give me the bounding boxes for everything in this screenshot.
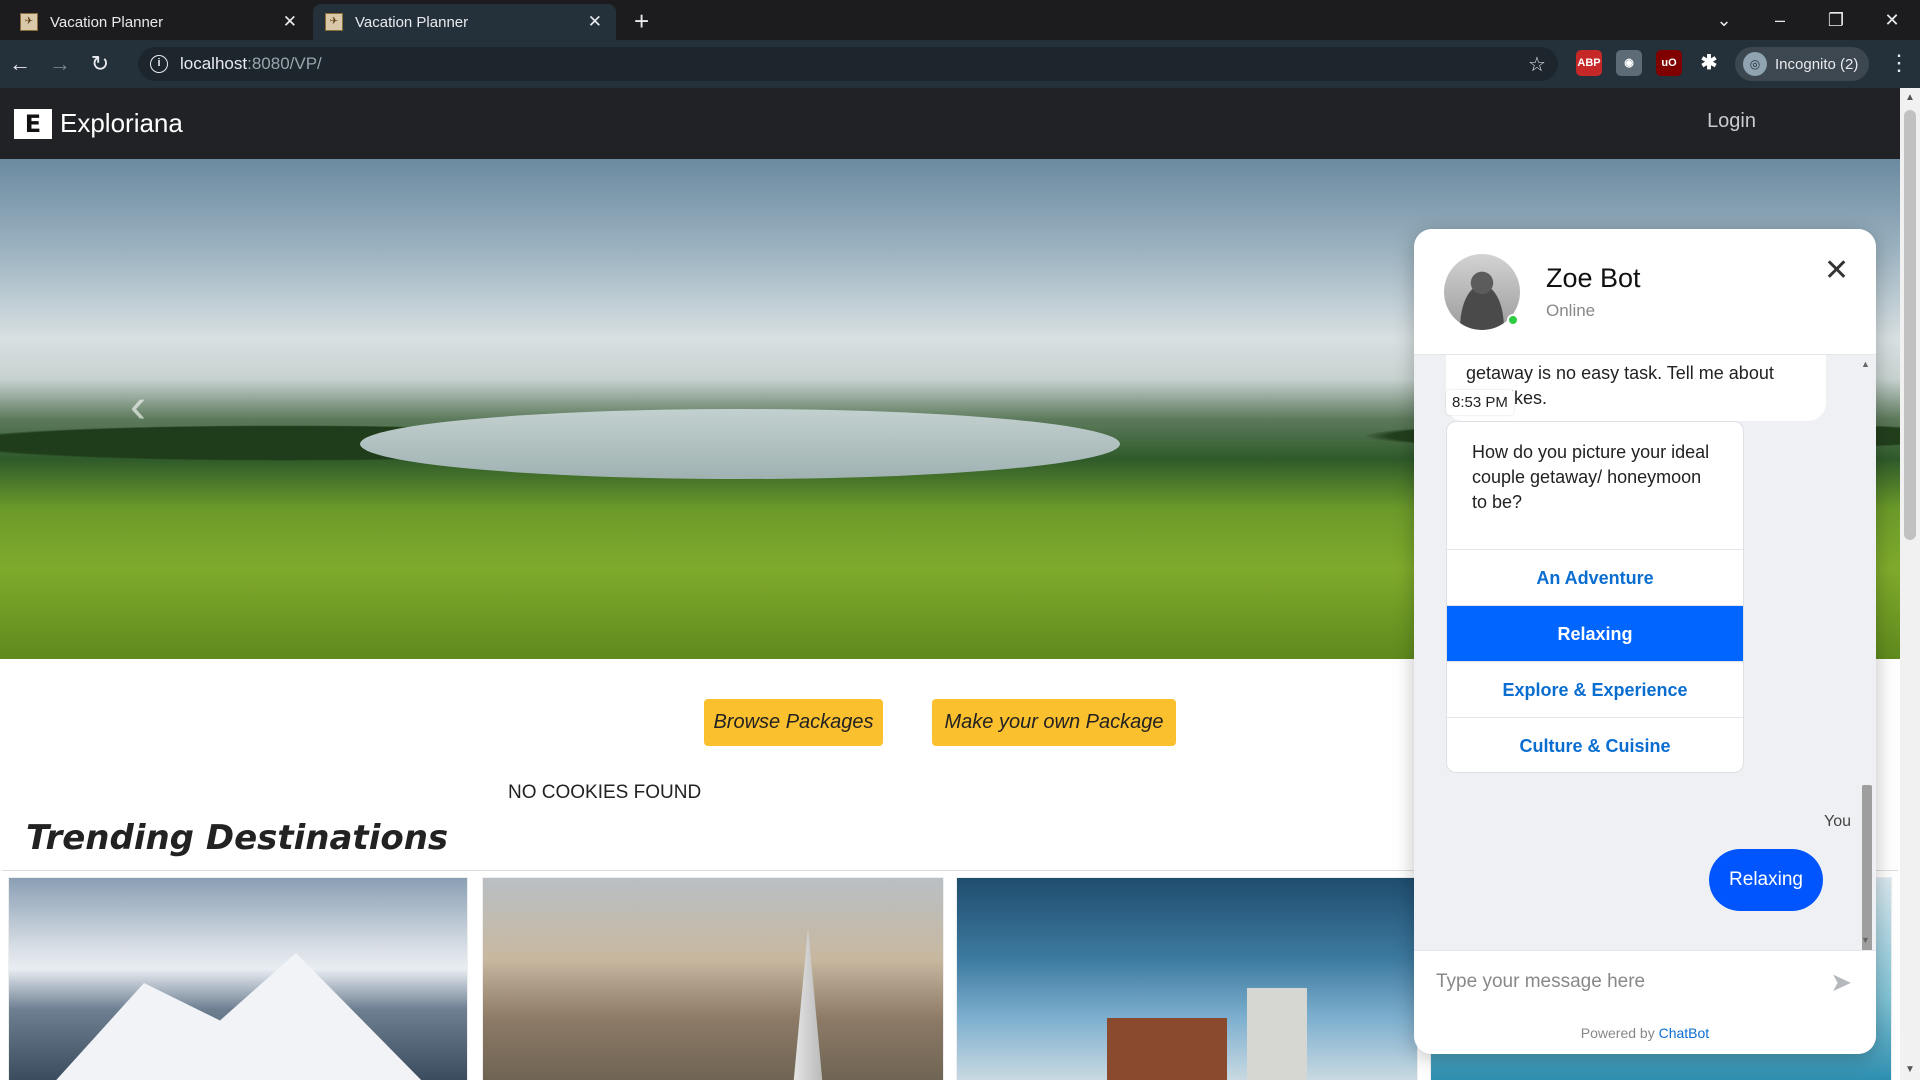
scrollbar-thumb[interactable] [1904, 110, 1916, 540]
browser-tab-1[interactable]: ✈ Vacation Planner ✕ [8, 4, 311, 40]
camera-icon[interactable]: ◉ [1616, 50, 1642, 76]
bot-status: Online [1546, 301, 1596, 320]
tab-search-icon[interactable]: ⌄ [1696, 10, 1752, 31]
mountain-image [49, 953, 429, 1080]
chat-scroll-thumb[interactable] [1862, 785, 1872, 951]
login-link[interactable]: Login [1707, 110, 1756, 133]
quick-reply-card: How do you picture your ideal couple get… [1446, 421, 1744, 773]
bookmark-star-icon[interactable]: ☆ [1528, 52, 1546, 77]
chat-scroll-up-icon[interactable]: ▲ [1861, 359, 1870, 369]
browse-packages-button[interactable]: Browse Packages [704, 699, 883, 746]
destination-card[interactable] [956, 877, 1418, 1080]
chat-header: Zoe Bot Online ✕ [1414, 229, 1876, 355]
minimize-icon[interactable]: – [1752, 10, 1808, 31]
destination-card[interactable] [8, 877, 468, 1080]
user-message: Relaxing [1709, 849, 1823, 911]
site-info-icon[interactable]: i [150, 55, 168, 73]
tab-title: Vacation Planner [355, 13, 469, 31]
send-icon[interactable]: ➤ [1830, 967, 1852, 998]
browser-tab-2[interactable]: ✈ Vacation Planner ✕ [313, 4, 616, 40]
powered-by: Powered by ChatBot [1414, 1012, 1876, 1054]
site-favicon-icon: ✈ [20, 13, 38, 31]
chat-scrollbar[interactable]: ▲ ▼ [1859, 355, 1873, 951]
ublock-icon[interactable]: uO [1656, 50, 1682, 76]
chatbot-link[interactable]: ChatBot [1659, 1025, 1710, 1041]
chat-scroll-down-icon[interactable]: ▼ [1861, 935, 1870, 945]
powered-prefix: Powered by [1580, 1025, 1655, 1041]
option-explore-button[interactable]: Explore & Experience [1447, 662, 1743, 718]
new-tab-icon[interactable]: + [634, 6, 649, 36]
extensions-puzzle-icon[interactable]: ✱ [1696, 50, 1722, 76]
user-label: You [1824, 813, 1851, 830]
bot-name: Zoe Bot [1546, 263, 1641, 293]
url-host: localhost [180, 54, 248, 73]
incognito-profile-button[interactable]: ◎ Incognito (2) [1735, 47, 1869, 81]
chatbot-widget: Zoe Bot Online ✕ getaway is no easy task… [1414, 229, 1876, 1054]
carousel-prev-icon[interactable]: ‹ [130, 379, 146, 434]
scroll-up-icon[interactable]: ▲ [1905, 92, 1915, 103]
message-timestamp: 8:53 PM [1446, 390, 1514, 415]
url-path: :8080/VP/ [247, 54, 322, 73]
option-relaxing-button[interactable]: Relaxing [1447, 606, 1743, 662]
brand-logo[interactable]: E [14, 108, 52, 139]
option-adventure-button[interactable]: An Adventure [1447, 550, 1743, 606]
browser-toolbar: ← → ↻ i localhost:8080/VP/ ☆ ABP ◉ uO ✱ … [0, 40, 1920, 88]
hero-image-lake [360, 409, 1120, 479]
bot-question: How do you picture your ideal couple get… [1447, 422, 1743, 550]
adblock-icon[interactable]: ABP [1576, 50, 1602, 76]
window-close-icon[interactable]: ✕ [1864, 10, 1920, 31]
brand-name[interactable]: Exploriana [60, 108, 183, 139]
palace-image [1107, 1018, 1227, 1080]
close-tab-icon[interactable]: ✕ [588, 12, 602, 32]
tower-image [793, 928, 823, 1080]
browser-menu-icon[interactable]: ⋮ [1888, 50, 1910, 76]
close-tab-icon[interactable]: ✕ [283, 12, 297, 32]
online-status-dot [1507, 314, 1519, 326]
building-image [1247, 988, 1307, 1080]
tab-title: Vacation Planner [50, 13, 164, 31]
destination-card[interactable] [482, 877, 944, 1080]
address-bar[interactable]: i localhost:8080/VP/ [138, 47, 1558, 81]
scroll-down-icon[interactable]: ▼ [1905, 1064, 1915, 1075]
site-navbar: E Exploriana Login [0, 88, 1900, 159]
forward-icon[interactable]: → [40, 51, 80, 77]
chat-messages: getaway is no easy task. Tell me about y… [1414, 355, 1876, 950]
profile-label: Incognito (2) [1775, 55, 1859, 73]
trending-title: Trending Destinations [26, 818, 449, 858]
cookies-status: NO COOKIES FOUND [508, 782, 702, 803]
option-culture-button[interactable]: Culture & Cuisine [1447, 718, 1743, 772]
page-scrollbar[interactable]: ▲ ▼ [1900, 88, 1920, 1080]
back-icon[interactable]: ← [0, 51, 40, 77]
incognito-icon: ◎ [1743, 52, 1767, 76]
reload-icon[interactable]: ↻ [80, 51, 120, 77]
window-controls: ⌄ – ❐ ✕ [1696, 0, 1920, 40]
restore-icon[interactable]: ❐ [1808, 10, 1864, 31]
make-package-button[interactable]: Make your own Package [932, 699, 1176, 746]
browser-tab-bar: ✈ Vacation Planner ✕ ✈ Vacation Planner … [0, 0, 1920, 40]
site-favicon-icon: ✈ [325, 13, 343, 31]
chat-composer: ➤ [1414, 950, 1876, 1012]
chat-message-input[interactable] [1436, 970, 1796, 993]
chat-close-icon[interactable]: ✕ [1824, 253, 1849, 288]
